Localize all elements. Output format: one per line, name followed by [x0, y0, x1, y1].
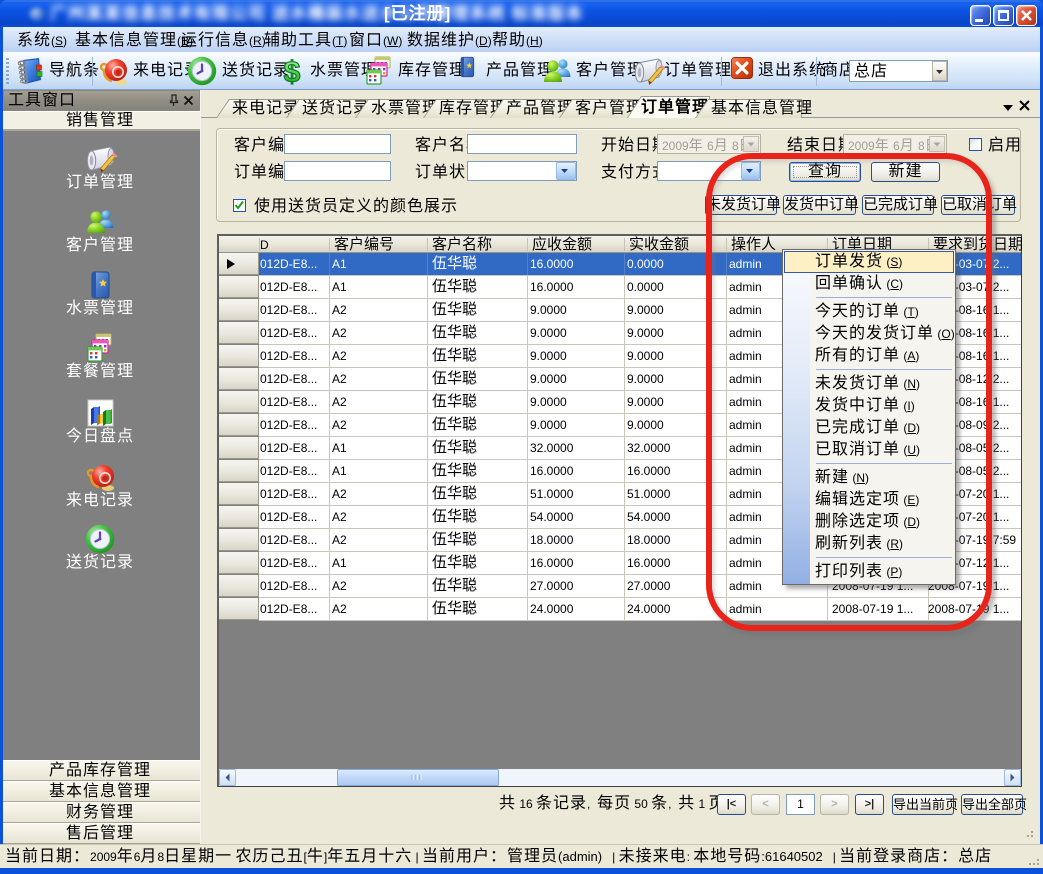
svg-text:$: $: [284, 56, 301, 87]
